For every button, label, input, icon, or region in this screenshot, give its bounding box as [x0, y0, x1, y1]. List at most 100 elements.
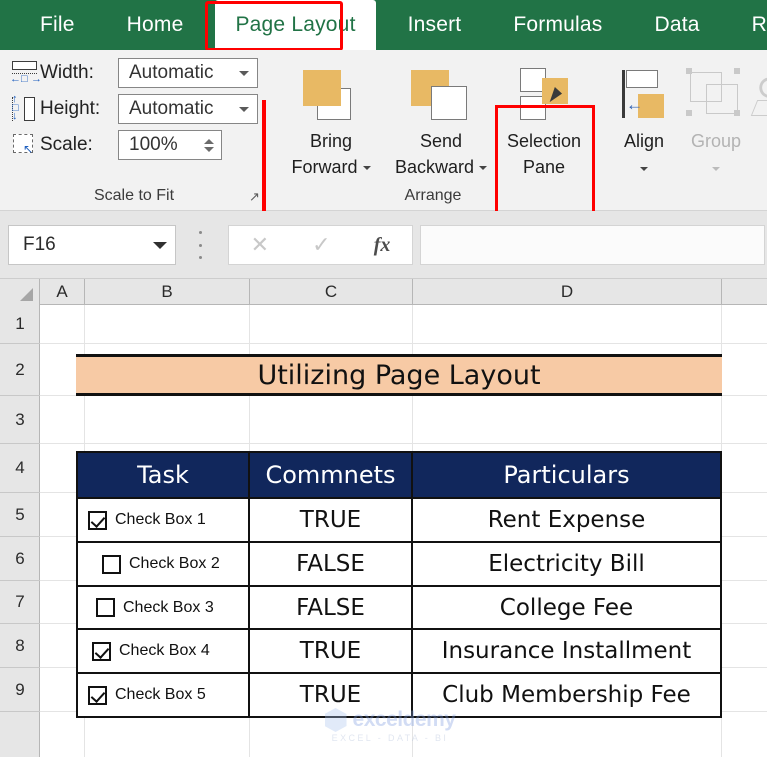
enter-icon[interactable]: ✓	[312, 232, 330, 258]
ribbon-tab-bar: File Home Page Layout Insert Formulas Da…	[0, 0, 767, 51]
chevron-down-icon	[239, 106, 249, 112]
send-backward-label-1: Send	[419, 131, 463, 151]
arrange-group-title: Arrange	[404, 187, 462, 204]
checkbox-4[interactable]	[92, 641, 111, 661]
gridline	[40, 343, 767, 344]
selection-pane-label-2: Pane	[522, 157, 566, 177]
checkbox-2[interactable]	[102, 554, 121, 574]
row-header-5[interactable]: 5	[0, 493, 40, 537]
height-label: Height:	[40, 98, 101, 119]
selection-pane-icon	[508, 66, 580, 124]
chevron-down-icon[interactable]	[362, 166, 371, 171]
particular-cell[interactable]: College Fee	[413, 585, 720, 628]
sheet-title-cell[interactable]: Utilizing Page Layout	[76, 354, 722, 396]
row-header-8[interactable]: 8	[0, 624, 40, 668]
selection-pane-button[interactable]: Selection Pane	[496, 54, 592, 194]
dialog-launcher-icon[interactable]: ↗	[249, 190, 262, 203]
checkbox-5-label: Check Box 5	[115, 686, 206, 703]
name-box-value: F16	[23, 234, 56, 255]
tab-review[interactable]: Review	[726, 0, 767, 50]
bring-forward-button[interactable]: Bring Forward	[283, 54, 379, 194]
send-backward-button[interactable]: Send Backward	[393, 54, 489, 194]
tab-insert[interactable]: Insert	[382, 0, 488, 50]
width-label: Width:	[40, 62, 94, 83]
group-scale-to-fit: ← □ → Width: Automatic ↑ □ ↓ Height: Automat…	[0, 50, 268, 211]
align-label: Align	[623, 131, 665, 151]
particular-cell[interactable]: Club Membership Fee	[413, 672, 720, 716]
checkbox-3[interactable]	[96, 598, 115, 617]
checkbox-1[interactable]	[88, 510, 107, 530]
rotate-button[interactable]: ⟳ Rot	[738, 54, 767, 194]
table-header-task: Task	[78, 453, 250, 497]
comment-cell[interactable]: FALSE	[250, 541, 413, 585]
row-header-4[interactable]: 4	[0, 444, 40, 493]
column-header-d[interactable]: D	[413, 279, 722, 305]
insert-function-icon[interactable]: fx	[374, 234, 391, 257]
cancel-icon[interactable]: ✕	[251, 232, 269, 258]
width-dropdown[interactable]: Automatic	[118, 58, 258, 88]
checkbox-2-label: Check Box 2	[129, 555, 220, 572]
row-header-10[interactable]	[0, 712, 40, 757]
group-caret[interactable]	[712, 154, 720, 180]
particular-cell[interactable]: Rent Expense	[413, 497, 720, 541]
height-row: ↑ □ ↓ Height: Automatic	[10, 94, 258, 124]
ribbon-body: ← □ → Width: Automatic ↑ □ ↓ Height: Automat…	[0, 50, 767, 244]
spinner-arrows-icon[interactable]	[204, 138, 214, 152]
table-row: Check Box 3 FALSE College Fee	[78, 585, 720, 628]
comment-cell[interactable]: FALSE	[250, 585, 413, 628]
chevron-down-icon[interactable]	[153, 241, 167, 249]
row-header-1[interactable]: 1	[0, 305, 40, 344]
chevron-down-icon	[239, 70, 249, 76]
tab-formulas[interactable]: Formulas	[487, 0, 628, 50]
group-arrange: Bring Forward Send Backward Selection Pa…	[268, 50, 767, 211]
particular-cell[interactable]: Insurance Installment	[413, 628, 720, 672]
column-header-c[interactable]: C	[250, 279, 413, 305]
tab-file[interactable]: File	[14, 0, 101, 50]
send-backward-label-2: Backward	[395, 154, 488, 180]
scale-spinner[interactable]: 100%	[118, 130, 222, 160]
width-row: ← □ → Width: Automatic	[10, 58, 258, 88]
comment-cell[interactable]: TRUE	[250, 672, 413, 716]
scale-value: 100%	[129, 134, 178, 155]
column-header-b[interactable]: B	[85, 279, 250, 305]
name-box[interactable]: F16	[8, 225, 176, 265]
group-label: Group	[690, 131, 742, 151]
task-cell[interactable]: Check Box 2	[78, 541, 250, 585]
checkbox-4-label: Check Box 4	[119, 642, 210, 659]
task-cell[interactable]: Check Box 5	[78, 672, 250, 716]
checkbox-1-label: Check Box 1	[115, 511, 206, 528]
column-header-row: A B C D	[0, 279, 767, 305]
row-header-3[interactable]: 3	[0, 396, 40, 444]
table-header-row: Task Commnets Particulars	[78, 453, 720, 497]
tab-page-layout[interactable]: Page Layout	[215, 0, 376, 50]
height-dropdown[interactable]: Automatic	[118, 94, 258, 124]
row-header-7[interactable]: 7	[0, 581, 40, 624]
spreadsheet-grid: A B C D 1 2 3 4 5 6 7 8 9 Utilizing Page…	[0, 279, 767, 757]
checkbox-5[interactable]	[88, 685, 107, 705]
chevron-down-icon[interactable]	[479, 166, 488, 171]
formula-action-group: ✕ ✓ fx	[228, 225, 413, 265]
task-cell[interactable]: Check Box 3	[78, 585, 250, 628]
row-header-6[interactable]: 6	[0, 537, 40, 581]
selection-pane-label-1: Selection	[506, 131, 582, 151]
align-caret[interactable]	[640, 154, 648, 180]
formula-input[interactable]	[420, 225, 765, 265]
row-header-9[interactable]: 9	[0, 668, 40, 712]
page-scale-icon: ↖	[10, 132, 40, 158]
tab-home[interactable]: Home	[101, 0, 210, 50]
row-header-2[interactable]: 2	[0, 344, 40, 396]
column-header-a[interactable]: A	[40, 279, 85, 305]
scale-row: ↖ Scale: 100%	[10, 130, 222, 160]
task-cell[interactable]: Check Box 1	[78, 497, 250, 541]
formula-bar-handle[interactable]	[198, 231, 202, 259]
task-cell[interactable]: Check Box 4	[78, 628, 250, 672]
bring-forward-label-1: Bring	[309, 131, 353, 151]
row-header-column: 1 2 3 4 5 6 7 8 9	[0, 305, 40, 757]
select-all-corner[interactable]	[0, 279, 40, 305]
table-row: Check Box 5 TRUE Club Membership Fee	[78, 672, 720, 716]
particular-cell[interactable]: Electricity Bill	[413, 541, 720, 585]
formula-bar: F16 ✕ ✓ fx	[0, 211, 767, 279]
tab-data[interactable]: Data	[628, 0, 725, 50]
comment-cell[interactable]: TRUE	[250, 628, 413, 672]
comment-cell[interactable]: TRUE	[250, 497, 413, 541]
